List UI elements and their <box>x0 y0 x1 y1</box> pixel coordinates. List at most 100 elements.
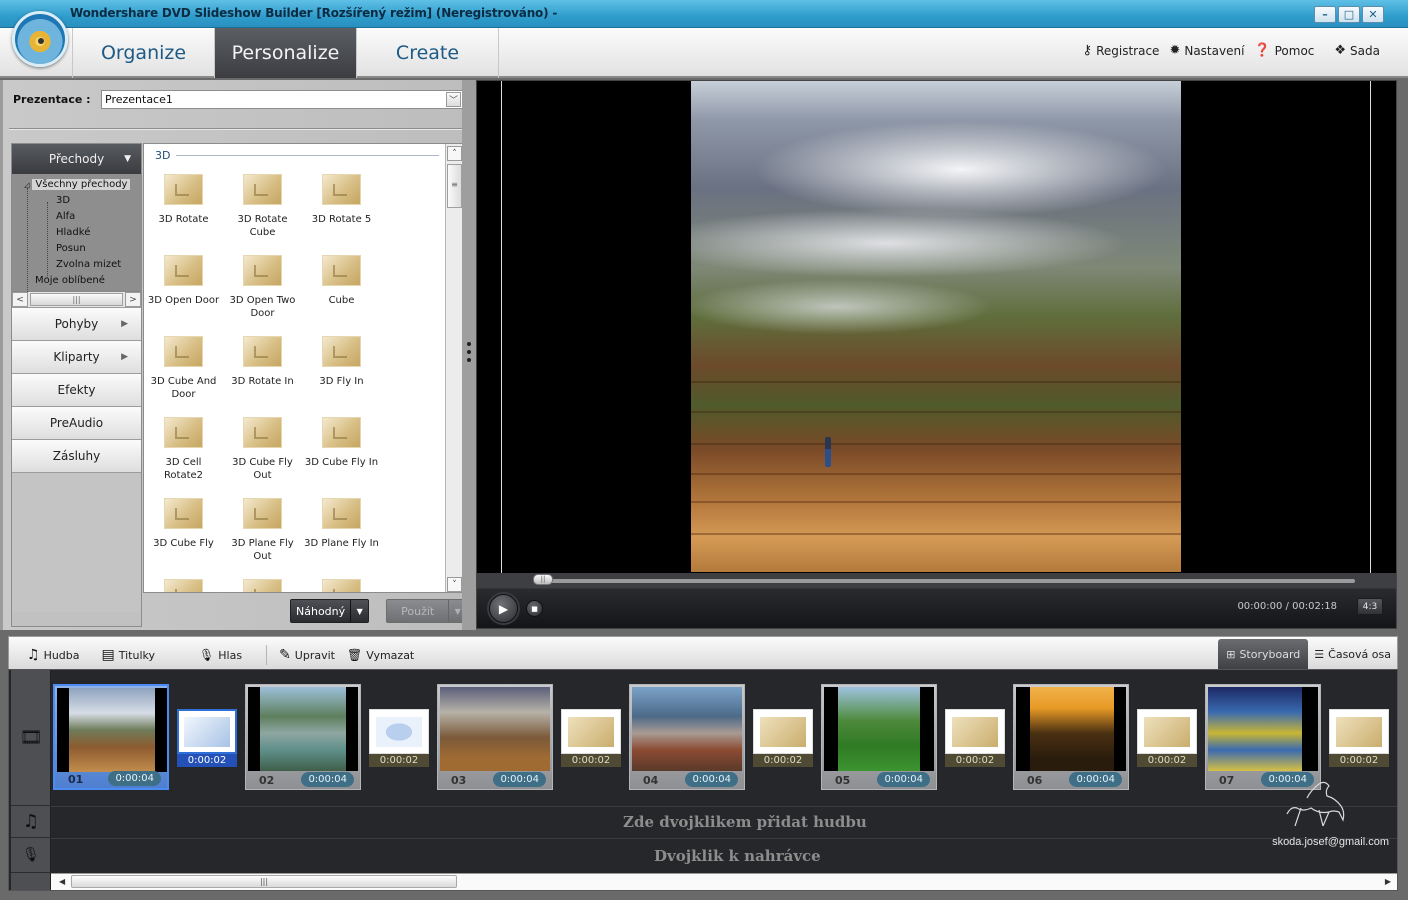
transition-item[interactable]: 3D Cube Fly <box>144 498 223 579</box>
slide-thumbnail[interactable]: 06 0:00:04 <box>1013 684 1129 790</box>
transition-item[interactable] <box>223 579 302 592</box>
music-button[interactable]: ♫ Hudba <box>27 647 80 663</box>
category-efekty[interactable]: Efekty <box>12 373 141 406</box>
slide-duration[interactable]: 0:00:04 <box>108 771 161 786</box>
transition-item[interactable]: 3D Rotate Cube <box>223 174 302 255</box>
category-transitions-header[interactable]: Přechody ▼ <box>12 144 141 174</box>
presentation-select[interactable]: Prezentace1 ﹀ <box>101 90 463 109</box>
close-button[interactable]: ✕ <box>1362 6 1384 23</box>
category-filler <box>12 472 141 612</box>
aspect-ratio-button[interactable]: 4:3 <box>1357 598 1383 615</box>
slide-thumbnail[interactable]: 04 0:00:04 <box>629 684 745 790</box>
transition-thumbnail[interactable]: 0:00:02 <box>1329 709 1389 767</box>
maximize-button[interactable]: □ <box>1338 6 1360 23</box>
tab-organize[interactable]: Organize <box>73 28 215 78</box>
seek-bar[interactable] <box>535 579 1355 583</box>
suite-link[interactable]: ❖ Sada <box>1334 43 1380 58</box>
tab-create[interactable]: Create <box>357 28 499 78</box>
transition-item[interactable]: 3D Fly In <box>302 336 381 417</box>
chevron-down-icon[interactable]: ﹀ <box>446 92 461 107</box>
tree-node-favorites[interactable]: Moje oblíbené <box>12 273 141 289</box>
tree-node-hladke[interactable]: Hladké <box>12 225 141 241</box>
scroll-thumb[interactable]: ||| <box>71 875 457 888</box>
voice-track[interactable]: Dvojklik k nahrávce <box>51 838 1397 873</box>
gallery-scrollbar[interactable]: ˄ ≡ ˅ <box>445 144 463 592</box>
scroll-left-icon[interactable]: < <box>12 292 28 307</box>
scroll-up-icon[interactable]: ˄ <box>447 146 462 161</box>
slide-thumbnail[interactable]: 01 0:00:04 <box>53 684 169 790</box>
tree-node-posun[interactable]: Posun <box>12 241 141 257</box>
grip-dot <box>467 342 471 346</box>
category-kliparty[interactable]: Kliparty ▶ <box>12 340 141 373</box>
transition-thumbnail[interactable]: 0:00:02 <box>753 709 813 767</box>
transition-icon <box>1144 716 1190 747</box>
slide-thumbnail[interactable]: 03 0:00:04 <box>437 684 553 790</box>
transition-thumbnail[interactable]: 0:00:02 <box>177 709 237 767</box>
settings-link[interactable]: ✹ Nastavení <box>1169 43 1244 58</box>
transition-thumbnail[interactable]: 0:00:02 <box>369 709 429 767</box>
slide-thumbnail[interactable]: 07 0:00:04 <box>1205 684 1321 790</box>
app-logo-icon[interactable] <box>12 11 68 67</box>
tree-node-3d[interactable]: 3D <box>12 193 141 209</box>
voice-button[interactable]: 🎙 Hlas <box>199 648 242 662</box>
caret-down-icon[interactable]: ▼ <box>350 600 369 622</box>
slide-duration[interactable]: 0:00:04 <box>685 772 738 787</box>
panel-splitter[interactable] <box>462 80 476 630</box>
stop-button[interactable]: ■ <box>526 600 543 617</box>
delete-button[interactable]: 🗑 Vymazat <box>347 648 414 662</box>
slide-duration[interactable]: 0:00:04 <box>877 772 930 787</box>
transition-item[interactable]: 3D Open Two Door <box>223 255 302 336</box>
random-label[interactable]: Náhodný <box>291 600 351 622</box>
slide-thumbnail[interactable]: 05 0:00:04 <box>821 684 937 790</box>
slide-duration[interactable]: 0:00:04 <box>1069 772 1122 787</box>
transition-item[interactable]: 3D Rotate In <box>223 336 302 417</box>
music-track[interactable]: Zde dvojklikem přidat hudbu <box>51 806 1397 838</box>
transition-item[interactable]: 3D Rotate 5 <box>302 174 381 255</box>
scroll-right-icon[interactable]: > <box>125 292 141 307</box>
transition-thumbnail[interactable]: 0:00:02 <box>561 709 621 767</box>
tree-node-alfa[interactable]: Alfa <box>12 209 141 225</box>
transition-item[interactable]: 3D Rotate <box>144 174 223 255</box>
help-link[interactable]: ❓ Pomoc <box>1254 43 1314 58</box>
seek-handle[interactable]: || <box>533 574 553 585</box>
transition-item[interactable]: 3D Cell Rotate2 <box>144 417 223 498</box>
tab-personalize[interactable]: Personalize <box>215 28 357 78</box>
mode-tabs: Organize Personalize Create <box>72 28 499 78</box>
storyboard-scrollbar[interactable]: ◀ ||| ▶ <box>51 873 1397 890</box>
transition-thumbnail[interactable]: 0:00:02 <box>1137 709 1197 767</box>
transition-thumbnail[interactable]: 0:00:02 <box>945 709 1005 767</box>
tab-storyboard[interactable]: ⊞ Storyboard <box>1218 639 1309 670</box>
tree-node-zvolna-mizet[interactable]: Zvolna mizet <box>12 257 141 273</box>
transition-item[interactable]: 3D Open Door <box>144 255 223 336</box>
transition-item[interactable]: 3D Cube Fly In <box>302 417 381 498</box>
scroll-right-icon[interactable]: ▶ <box>1385 877 1391 886</box>
slide-thumbnail[interactable]: 02 0:00:04 <box>245 684 361 790</box>
transition-item[interactable] <box>144 579 223 592</box>
tree-scrollbar[interactable]: < ||| > <box>12 291 141 307</box>
scroll-down-icon[interactable]: ˅ <box>447 577 462 592</box>
slide-duration[interactable]: 0:00:04 <box>493 772 546 787</box>
random-button[interactable]: Náhodný ▼ <box>290 599 370 623</box>
category-preaudio[interactable]: PreAudio <box>12 406 141 439</box>
transition-item[interactable]: 3D Plane Fly Out <box>223 498 302 579</box>
scroll-thumb[interactable]: ≡ <box>447 164 462 208</box>
slide-duration[interactable]: 0:00:04 <box>301 772 354 787</box>
tree-node-all[interactable]: ◿ Všechny přechody <box>12 177 141 193</box>
scroll-left-icon[interactable]: ◀ <box>59 877 65 886</box>
subtitles-button[interactable]: ▤ Titulky <box>102 647 156 663</box>
apply-label[interactable]: Použít <box>387 600 449 622</box>
category-pohyby[interactable]: Pohyby ▶ <box>12 307 141 340</box>
transition-item[interactable]: 3D Cube Fly Out <box>223 417 302 498</box>
transition-item[interactable]: 3D Cube And Door <box>144 336 223 417</box>
apply-button[interactable]: Použít ▼ <box>386 599 468 623</box>
category-zasluhy[interactable]: Zásluhy <box>12 439 141 472</box>
register-link[interactable]: ⚷ Registrace <box>1083 43 1160 58</box>
tab-timeline[interactable]: ☰ Časová osa <box>1308 639 1397 670</box>
edit-button[interactable]: ✎ Upravit <box>279 647 335 663</box>
transition-item[interactable] <box>302 579 381 592</box>
play-button[interactable]: ▶ <box>489 594 518 623</box>
transition-item[interactable]: 3D Plane Fly In <box>302 498 381 579</box>
minimize-button[interactable]: – <box>1314 6 1336 23</box>
scroll-thumb[interactable]: ||| <box>30 293 123 306</box>
transition-item[interactable]: Cube <box>302 255 381 336</box>
